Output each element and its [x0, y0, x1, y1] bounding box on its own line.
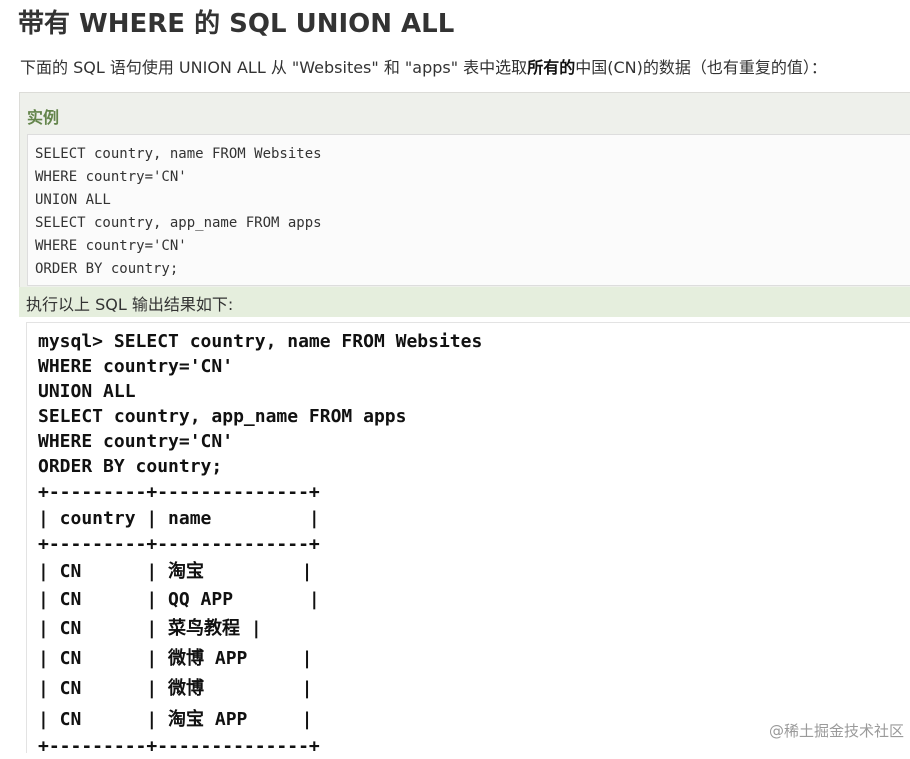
table-border: +---------+--------------+ [38, 534, 320, 555]
code-line: WHERE country='CN' [35, 169, 187, 185]
intro-prefix: 下面的 SQL 语句使用 UNION ALL 从 "Websites" 和 "a… [20, 58, 528, 77]
intro-bold: 所有的 [527, 58, 576, 77]
code-line: SELECT country, name FROM Websites [35, 146, 322, 162]
result-caption: 执行以上 SQL 输出结果如下: [19, 287, 910, 317]
terminal-line: WHERE country='CN' [38, 356, 234, 377]
intro-suffix: 中国(CN)的数据（也有重复的值）： [575, 58, 827, 77]
terminal-line: WHERE country='CN' [38, 431, 234, 452]
table-row: | CN | 微博 | [38, 678, 313, 699]
terminal-line: SELECT country, app_name FROM apps [38, 406, 407, 427]
table-row: | CN | 菜鸟教程 | [38, 618, 262, 639]
table-row: | CN | 微博 APP | [38, 648, 313, 669]
watermark: @稀土掘金技术社区 [768, 722, 904, 740]
table-header: | country | name | [38, 508, 320, 529]
code-line: WHERE country='CN' [35, 238, 187, 254]
table-row: | CN | QQ APP | [38, 589, 320, 610]
table-row: | CN | 淘宝 APP | [38, 709, 313, 730]
result-caption-text: 执行以上 SQL 输出结果如下: [26, 295, 234, 314]
code-block[interactable]: SELECT country, name FROM Websites WHERE… [27, 134, 910, 286]
example-label: 实例 [27, 108, 60, 127]
page-title: 带有 WHERE 的 SQL UNION ALL [18, 9, 455, 39]
terminal-output: mysql> SELECT country, name FROM Website… [26, 322, 910, 757]
code-line: ORDER BY country; [35, 261, 179, 277]
code-line: UNION ALL [35, 192, 111, 208]
table-border: +---------+--------------+ [38, 482, 320, 503]
code-line: SELECT country, app_name FROM apps [35, 215, 322, 231]
terminal-line: UNION ALL [38, 381, 136, 402]
table-row: | CN | 淘宝 | [38, 561, 313, 582]
table-border: +---------+--------------+ [38, 736, 320, 757]
example-panel: 实例 SELECT country, name FROM Websites WH… [19, 92, 910, 294]
terminal-line: ORDER BY country; [38, 456, 223, 477]
terminal-line: mysql> SELECT country, name FROM Website… [38, 331, 483, 352]
intro-text: 下面的 SQL 语句使用 UNION ALL 从 "Websites" 和 "a… [20, 56, 827, 80]
